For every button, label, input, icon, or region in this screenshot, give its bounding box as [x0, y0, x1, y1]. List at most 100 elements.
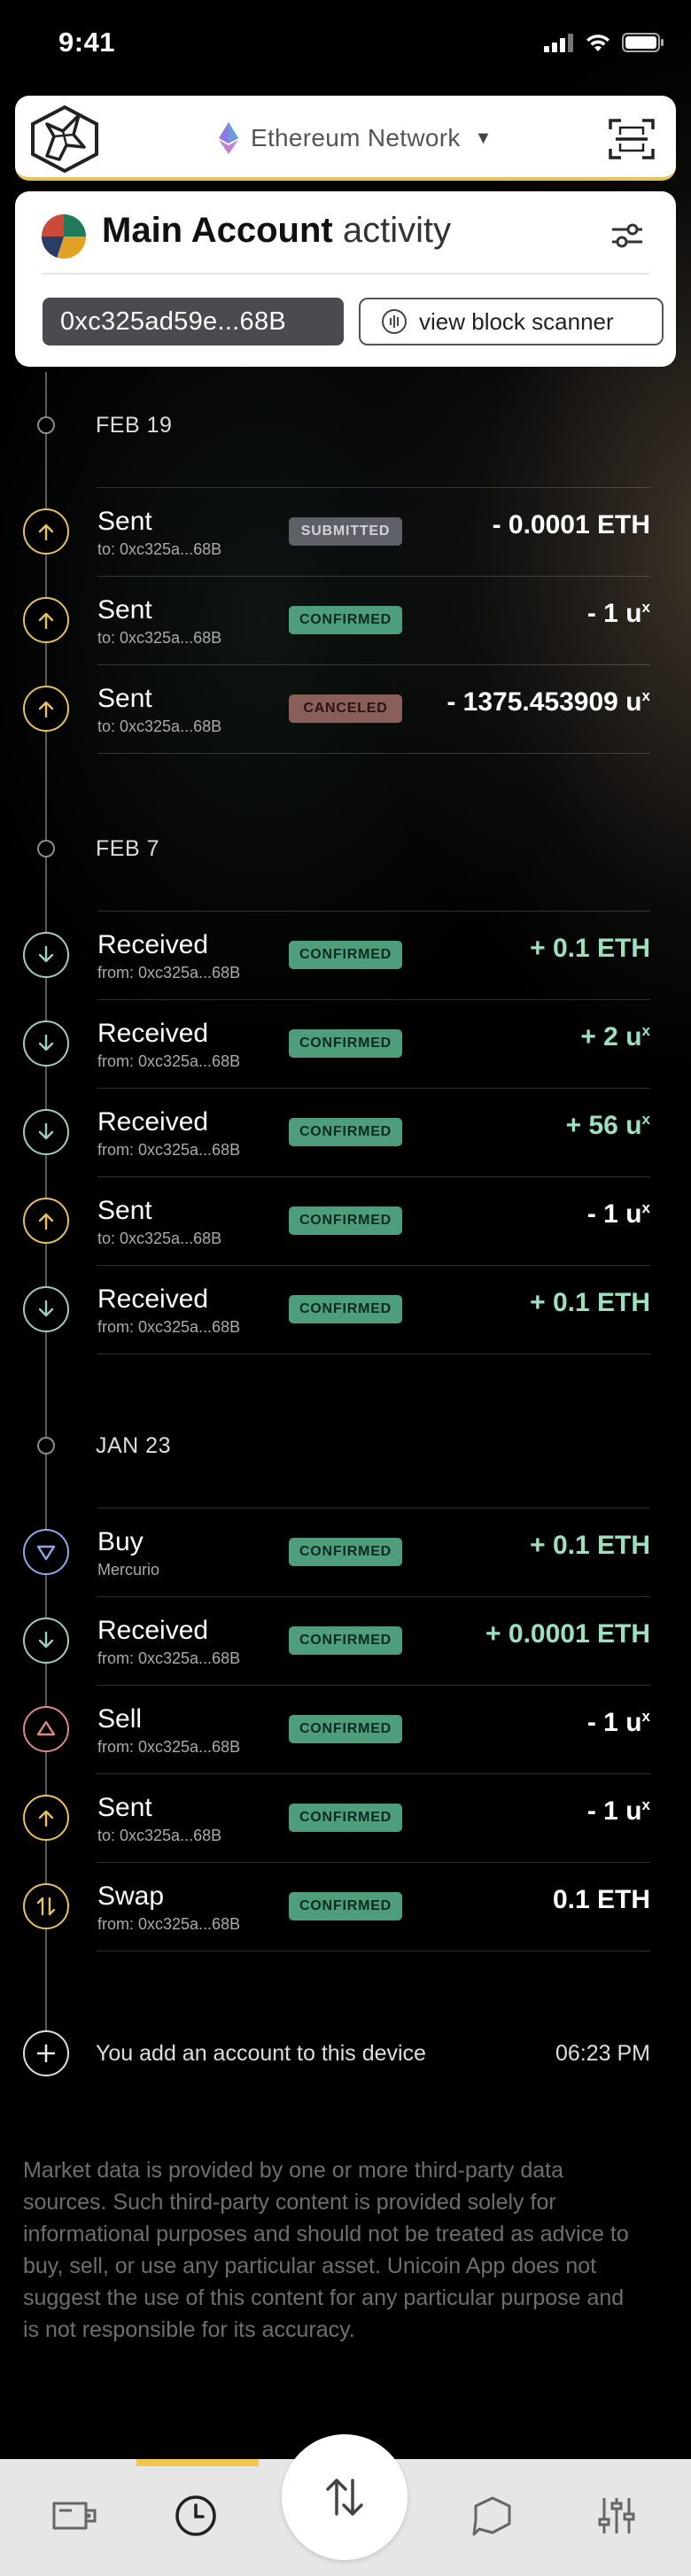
amount-unit-superscript: x: [641, 1199, 650, 1216]
account-avatar: [42, 214, 86, 259]
transaction-row[interactable]: Sent to: 0xc325a...68B SUBMITTED - 0.0001 E…: [0, 487, 691, 576]
transaction-counterparty: from: 0xc325a...68B: [97, 1915, 241, 1933]
date-header: FEB 19: [0, 407, 691, 443]
status-badge: CONFIRMED: [289, 1029, 402, 1058]
transaction-type-badge: [23, 1618, 69, 1664]
filter-icon[interactable]: [610, 220, 644, 252]
add-account-time: 06:23 PM: [555, 2041, 650, 2066]
status-badge: SUBMITTED: [289, 517, 402, 546]
row-divider: [97, 1596, 650, 1597]
transaction-row[interactable]: Sent to: 0xc325a...68B CONFIRMED - 1 ux: [0, 576, 691, 664]
arrow-up-icon: [38, 701, 54, 718]
unicorn-logo-icon: [31, 105, 98, 174]
row-divider: [97, 1773, 650, 1774]
transaction-type-badge: [23, 597, 69, 643]
transaction-title: Received: [97, 930, 209, 959]
transaction-amount: 0.1 ETH: [553, 1885, 650, 1915]
transaction-type-badge: [23, 1795, 69, 1841]
account-title: Main Account activity: [102, 211, 451, 251]
transaction-type-badge: [23, 1706, 69, 1752]
amount-value: 0.1 ETH: [552, 1885, 650, 1914]
transaction-row[interactable]: Received from: 0xc325a...68B CONFIRMED + 0.…: [0, 1265, 691, 1354]
transaction-amount: - 1375.453909 ux: [446, 687, 650, 718]
chevron-down-icon: ▼: [474, 128, 493, 148]
transaction-counterparty: from: 0xc325a...68B: [97, 1052, 241, 1070]
status-badge: CONFIRMED: [289, 606, 402, 634]
transaction-row[interactable]: Received from: 0xc325a...68B CONFIRMED + 56…: [0, 1088, 691, 1176]
transaction-amount: - 0.0001 ETH: [493, 510, 650, 540]
transaction-row[interactable]: Sent to: 0xc325a...68B CONFIRMED - 1 ux: [0, 1176, 691, 1265]
transaction-row[interactable]: Received from: 0xc325a...68B CONFIRMED + 2 …: [0, 999, 691, 1088]
market-data-disclaimer: Market data is provided by one or more t…: [23, 2158, 629, 2342]
transaction-amount: + 2 ux: [580, 1022, 650, 1052]
tab-wallet[interactable]: [47, 2491, 100, 2541]
transaction-counterparty: from: 0xc325a...68B: [97, 1649, 241, 1667]
status-badge: CONFIRMED: [289, 941, 402, 969]
view-block-scanner-button[interactable]: view block scanner: [359, 298, 664, 345]
settings-sliders-icon: [598, 2498, 635, 2533]
transaction-title: Received: [97, 1019, 209, 1048]
status-badge: CONFIRMED: [289, 1538, 402, 1566]
scan-qr-icon[interactable]: [609, 117, 655, 161]
transaction-counterparty: Mercurio: [97, 1561, 160, 1579]
account-title-suffix: activity: [342, 211, 452, 250]
transaction-title: Swap: [97, 1882, 165, 1911]
ethereum-icon: [219, 122, 238, 154]
view-block-scanner-label: view block scanner: [419, 307, 614, 335]
timeline-dot: [37, 840, 55, 857]
wifi-icon: [586, 35, 609, 51]
transaction-type-badge: [23, 1198, 69, 1244]
transaction-row[interactable]: Sell from: 0xc325a...68B CONFIRMED - 1 ux: [0, 1685, 691, 1773]
wallet-address[interactable]: 0xc325ad59e...68B: [43, 298, 344, 345]
transaction-row[interactable]: Sent to: 0xc325a...68B CONFIRMED - 1 ux: [0, 1773, 691, 1862]
tab-activity[interactable]: [169, 2491, 222, 2541]
transaction-counterparty: to: 0xc325a...68B: [97, 629, 222, 647]
transaction-row[interactable]: Received from: 0xc325a...68B CONFIRMED + 0.…: [0, 911, 691, 999]
timeline-dot: [37, 1437, 55, 1455]
transaction-row[interactable]: Swap from: 0xc325a...68B CONFIRMED 0.1 ETH: [0, 1862, 691, 1951]
date-header: FEB 7: [0, 831, 691, 866]
group-end-divider: [97, 753, 650, 754]
transaction-row[interactable]: Received from: 0xc325a...68B CONFIRMED + 0.…: [0, 1596, 691, 1685]
transaction-amount: - 1 ux: [587, 1199, 650, 1230]
row-divider: [97, 487, 650, 488]
transaction-counterparty: from: 0xc325a...68B: [97, 1738, 241, 1756]
transaction-row[interactable]: Sent to: 0xc325a...68B CANCELED - 1375.4539…: [0, 664, 691, 753]
transaction-row[interactable]: Buy Mercurio CONFIRMED + 0.1 ETH: [0, 1508, 691, 1596]
row-divider: [97, 576, 650, 577]
amount-value: + 0.0001 ETH: [485, 1619, 650, 1649]
transaction-type-badge: [23, 1883, 69, 1929]
transaction-title: Received: [97, 1616, 209, 1645]
transaction-counterparty: to: 0xc325a...68B: [97, 718, 222, 735]
arrow-up-icon: [38, 524, 54, 541]
chat-icon: [472, 2496, 511, 2536]
arrow-up-icon: [38, 1810, 54, 1827]
amount-value: - 1 u: [586, 1796, 642, 1826]
status-badge: CONFIRMED: [289, 1207, 402, 1235]
transaction-counterparty: from: 0xc325a...68B: [97, 1141, 241, 1159]
transfer-button[interactable]: [282, 2434, 408, 2560]
amount-value: + 0.1 ETH: [530, 934, 650, 963]
transaction-amount: + 56 ux: [566, 1111, 650, 1141]
transaction-type-badge: [23, 508, 69, 555]
account-divider: [42, 273, 649, 275]
status-badge: CANCELED: [289, 694, 402, 723]
transaction-title: Sent: [97, 1793, 152, 1822]
tab-settings[interactable]: [590, 2491, 643, 2541]
network-selector[interactable]: Ethereum Network ▼: [219, 120, 493, 156]
row-divider: [97, 1685, 650, 1686]
arrow-down-icon: [38, 1034, 54, 1051]
active-tab-indicator: [136, 2459, 259, 2466]
transaction-type-badge: [23, 932, 69, 978]
arrow-up-icon: [38, 1213, 54, 1230]
transaction-type-badge: [23, 1109, 69, 1155]
status-time: 9:41: [58, 27, 116, 58]
amount-value: + 0.1 ETH: [530, 1288, 650, 1317]
tab-chat[interactable]: [466, 2491, 519, 2541]
transaction-counterparty: from: 0xc325a...68B: [97, 964, 241, 982]
row-divider: [97, 1176, 650, 1177]
status-bar: 9:41: [0, 0, 691, 85]
arrow-down-icon: [38, 1631, 54, 1649]
date-label: FEB 7: [96, 836, 159, 861]
amount-unit-superscript: x: [641, 1708, 650, 1725]
